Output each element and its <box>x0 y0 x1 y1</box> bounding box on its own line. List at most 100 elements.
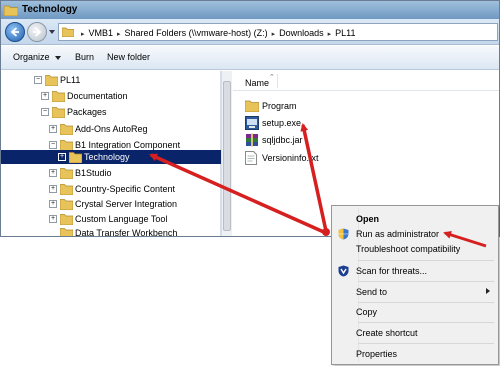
new-folder-button[interactable]: New folder <box>107 52 150 62</box>
context-menu: Open Run as administrator Troubleshoot c… <box>331 205 499 365</box>
expand-toggle[interactable]: + <box>49 169 57 177</box>
expand-toggle[interactable]: + <box>49 185 57 193</box>
tree-item-b1studio[interactable]: + B1Studio <box>1 166 221 180</box>
scrollbar-thumb[interactable] <box>223 81 231 231</box>
collapse-toggle[interactable]: − <box>34 76 42 84</box>
breadcrumb-item[interactable]: VMB1 <box>89 28 114 38</box>
tree-item-label: Technology <box>84 152 130 162</box>
collapse-toggle[interactable]: − <box>41 108 49 116</box>
file-name: sqljdbc.jar <box>262 135 303 145</box>
file-name: Versioninfo.txt <box>262 153 319 163</box>
collapse-toggle[interactable]: − <box>49 141 57 149</box>
tree-item-documentation[interactable]: + Documentation <box>1 89 221 103</box>
address-row: ▸ VMB1 ▸ Shared Folders (\\vmware-host) (Z:… <box>1 19 499 45</box>
folder-icon <box>59 227 74 236</box>
menu-item-label: Scan for threats... <box>356 266 428 276</box>
back-arrow-icon <box>10 27 19 37</box>
tree-item-label: Custom Language Tool <box>75 214 168 224</box>
breadcrumb: ▸ VMB1 ▸ Shared Folders (\\vmware-host) (Z:… <box>77 28 356 38</box>
menu-item-label: Copy <box>356 307 378 317</box>
folder-icon <box>59 213 74 227</box>
menu-item-create-shortcut[interactable]: Create shortcut <box>334 324 496 342</box>
folder-icon <box>59 183 74 197</box>
menu-item-label: Create shortcut <box>356 328 418 338</box>
folder-icon <box>61 26 75 39</box>
title-bar[interactable]: Technology <box>1 1 499 19</box>
burn-button[interactable]: Burn <box>75 52 94 62</box>
breadcrumb-item[interactable]: PL11 <box>335 28 355 38</box>
menu-item-send-to[interactable]: Send to <box>334 283 496 301</box>
tree-item-technology[interactable]: + Technology <box>1 150 221 164</box>
menu-item-label: Run as administrator <box>356 229 440 239</box>
file-row-program[interactable]: Program <box>244 98 365 114</box>
tree-item-label: Documentation <box>67 91 128 101</box>
tree-item-country-specific-content[interactable]: + Country-Specific Content <box>1 182 221 196</box>
command-bar: Organize Burn New folder <box>1 46 499 70</box>
tree-item-label: Add-Ons AutoReg <box>75 124 148 134</box>
file-row-setup-exe[interactable]: setup.exe <box>245 115 365 131</box>
menu-item-label: Properties <box>356 349 398 359</box>
sort-chevron-icon: ⌃ <box>269 74 275 81</box>
chevron-right-icon[interactable]: ▸ <box>272 30 276 38</box>
menu-separator <box>358 260 494 261</box>
folder-icon <box>244 99 260 114</box>
menu-item-properties[interactable]: Properties <box>334 345 496 363</box>
tree-item-label: PL11 <box>60 75 81 85</box>
text-file-icon <box>245 151 257 167</box>
file-row-sqljdbc-jar[interactable]: sqljdbc.jar <box>245 132 365 148</box>
tree-item-add-ons-autoreg[interactable]: + Add-Ons AutoReg <box>1 122 221 136</box>
tree-item-custom-language-tool[interactable]: + Custom Language Tool <box>1 212 221 226</box>
menu-item-troubleshoot-compatibility[interactable]: Troubleshoot compatibility <box>334 240 496 258</box>
tree-item-label: Crystal Server Integration <box>75 199 178 209</box>
expand-toggle[interactable]: + <box>49 200 57 208</box>
folder-icon <box>51 90 66 104</box>
menu-separator <box>358 343 494 344</box>
expand-toggle[interactable]: + <box>49 215 57 223</box>
column-header[interactable]: Name ⌃ <box>233 71 499 91</box>
tree-item-pl11[interactable]: − PL11 <box>1 73 221 87</box>
tree-item-crystal-server-integration[interactable]: + Crystal Server Integration <box>1 197 221 211</box>
organize-label: Organize <box>13 52 50 62</box>
address-bar[interactable]: ▸ VMB1 ▸ Shared Folders (\\vmware-host) (Z:… <box>58 23 498 41</box>
chevron-right-icon[interactable]: ▸ <box>81 30 85 38</box>
navigation-scrollbar[interactable] <box>221 71 232 236</box>
tree-item-packages[interactable]: − Packages <box>1 105 221 119</box>
menu-item-label: Send to <box>356 287 388 297</box>
forward-arrow-icon <box>33 27 42 37</box>
file-row-versioninfo-txt[interactable]: Versioninfo.txt <box>245 150 365 166</box>
forward-button[interactable] <box>27 22 47 42</box>
tree-item-label: B1Studio <box>75 168 112 178</box>
column-header-name[interactable]: Name <box>245 78 269 88</box>
menu-separator <box>358 281 494 282</box>
recent-pages-dropdown[interactable] <box>49 30 55 34</box>
breadcrumb-item[interactable]: Downloads <box>279 28 324 38</box>
file-name: Program <box>262 101 297 111</box>
breadcrumb-item[interactable]: Shared Folders (\\vmware-host) (Z:) <box>125 28 268 38</box>
jar-archive-icon <box>245 133 259 149</box>
window-title: Technology <box>22 4 78 15</box>
menu-item-label: Open <box>356 214 380 224</box>
organize-button[interactable]: Organize <box>13 52 61 62</box>
submenu-arrow-icon <box>486 288 490 294</box>
folder-icon <box>68 151 83 165</box>
menu-item-scan-for-threats[interactable]: Scan for threats... <box>334 262 496 280</box>
tree-item-data-transfer-workbench[interactable]: Data Transfer Workbench <box>1 226 221 237</box>
menu-item-copy[interactable]: Copy <box>334 303 496 321</box>
menu-item-label: Troubleshoot compatibility <box>356 244 461 254</box>
folder-icon <box>59 198 74 212</box>
back-button[interactable] <box>5 22 25 42</box>
tree-item-label: Data Transfer Workbench <box>75 228 178 237</box>
folder-icon <box>44 74 59 88</box>
folder-icon <box>59 167 74 181</box>
file-name: setup.exe <box>262 118 302 128</box>
setup-exe-icon <box>245 116 259 132</box>
tree-item-label: Country-Specific Content <box>75 184 176 194</box>
column-divider[interactable] <box>277 74 278 88</box>
chevron-right-icon[interactable]: ▸ <box>328 30 332 38</box>
expand-toggle[interactable]: + <box>41 92 49 100</box>
expand-toggle[interactable]: + <box>58 153 66 161</box>
chevron-right-icon[interactable]: ▸ <box>117 30 121 38</box>
tree-item-label: B1 Integration Component <box>75 140 181 150</box>
folder-icon <box>59 123 74 137</box>
expand-toggle[interactable]: + <box>49 125 57 133</box>
